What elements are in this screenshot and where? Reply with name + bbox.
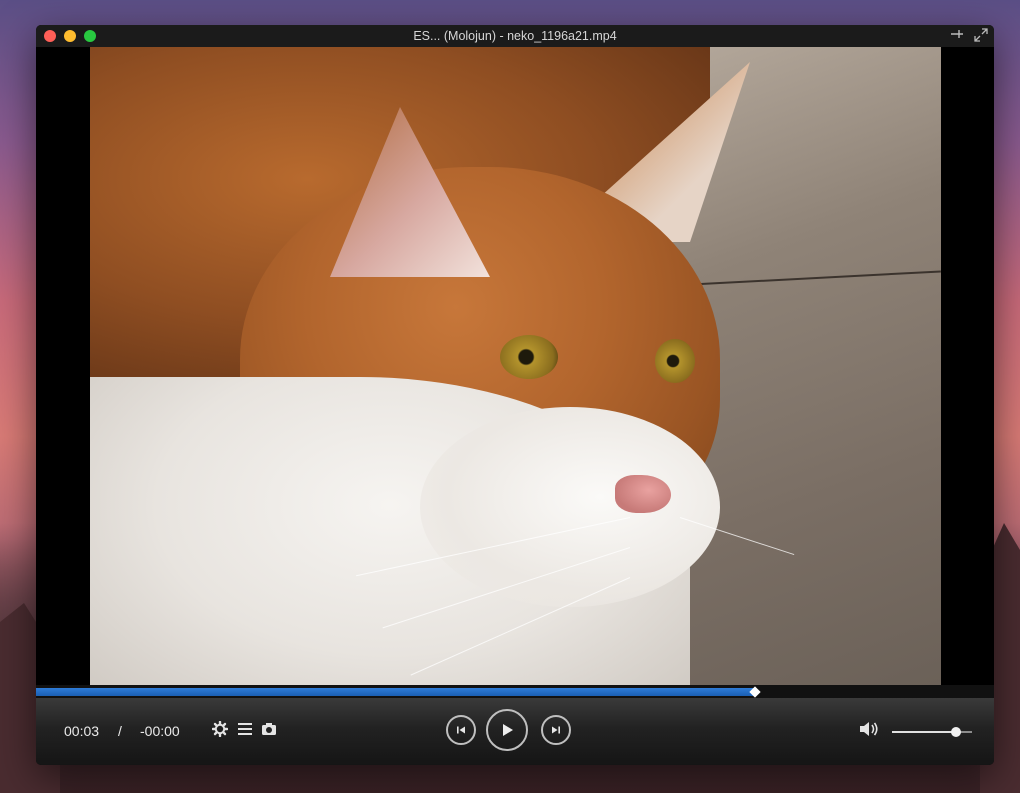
window-title: ES... (Molojun) - neko_1196a21.mp4 — [413, 29, 617, 43]
cat-eye-left — [500, 335, 558, 379]
list-icon[interactable] — [236, 720, 254, 738]
cat-eye-right — [655, 339, 695, 383]
zoom-button[interactable] — [84, 30, 96, 42]
camera-icon[interactable] — [260, 720, 278, 738]
fullscreen-icon[interactable] — [974, 28, 988, 45]
title-bar[interactable]: ES... (Molojun) - neko_1196a21.mp4 — [36, 25, 994, 47]
play-icon[interactable] — [486, 709, 528, 751]
skip-back-icon[interactable] — [446, 715, 476, 745]
remaining-time[interactable]: -00:00 — [140, 723, 180, 739]
progress-bar[interactable] — [36, 685, 994, 698]
time-separator: / — [118, 723, 122, 739]
skip-forward-icon[interactable] — [541, 715, 571, 745]
volume-handle[interactable] — [951, 727, 961, 737]
cat-muzzle — [420, 407, 720, 607]
video-frame[interactable] — [90, 47, 941, 685]
progress-fill — [36, 688, 755, 696]
volume-slider[interactable] — [892, 727, 972, 737]
gear-icon[interactable] — [211, 720, 229, 738]
cat-nose — [615, 475, 671, 513]
volume-fill — [892, 731, 956, 733]
window-controls — [44, 30, 96, 42]
pin-icon[interactable] — [950, 28, 964, 45]
minimize-button[interactable] — [64, 30, 76, 42]
current-time: 00:03 — [64, 723, 100, 739]
control-bar: 00:03 / -00:00 — [36, 698, 994, 765]
player-window: ES... (Molojun) - neko_1196a21.mp4 00:03… — [36, 25, 994, 765]
close-button[interactable] — [44, 30, 56, 42]
title-actions — [950, 28, 988, 45]
speaker-icon[interactable] — [858, 720, 880, 738]
